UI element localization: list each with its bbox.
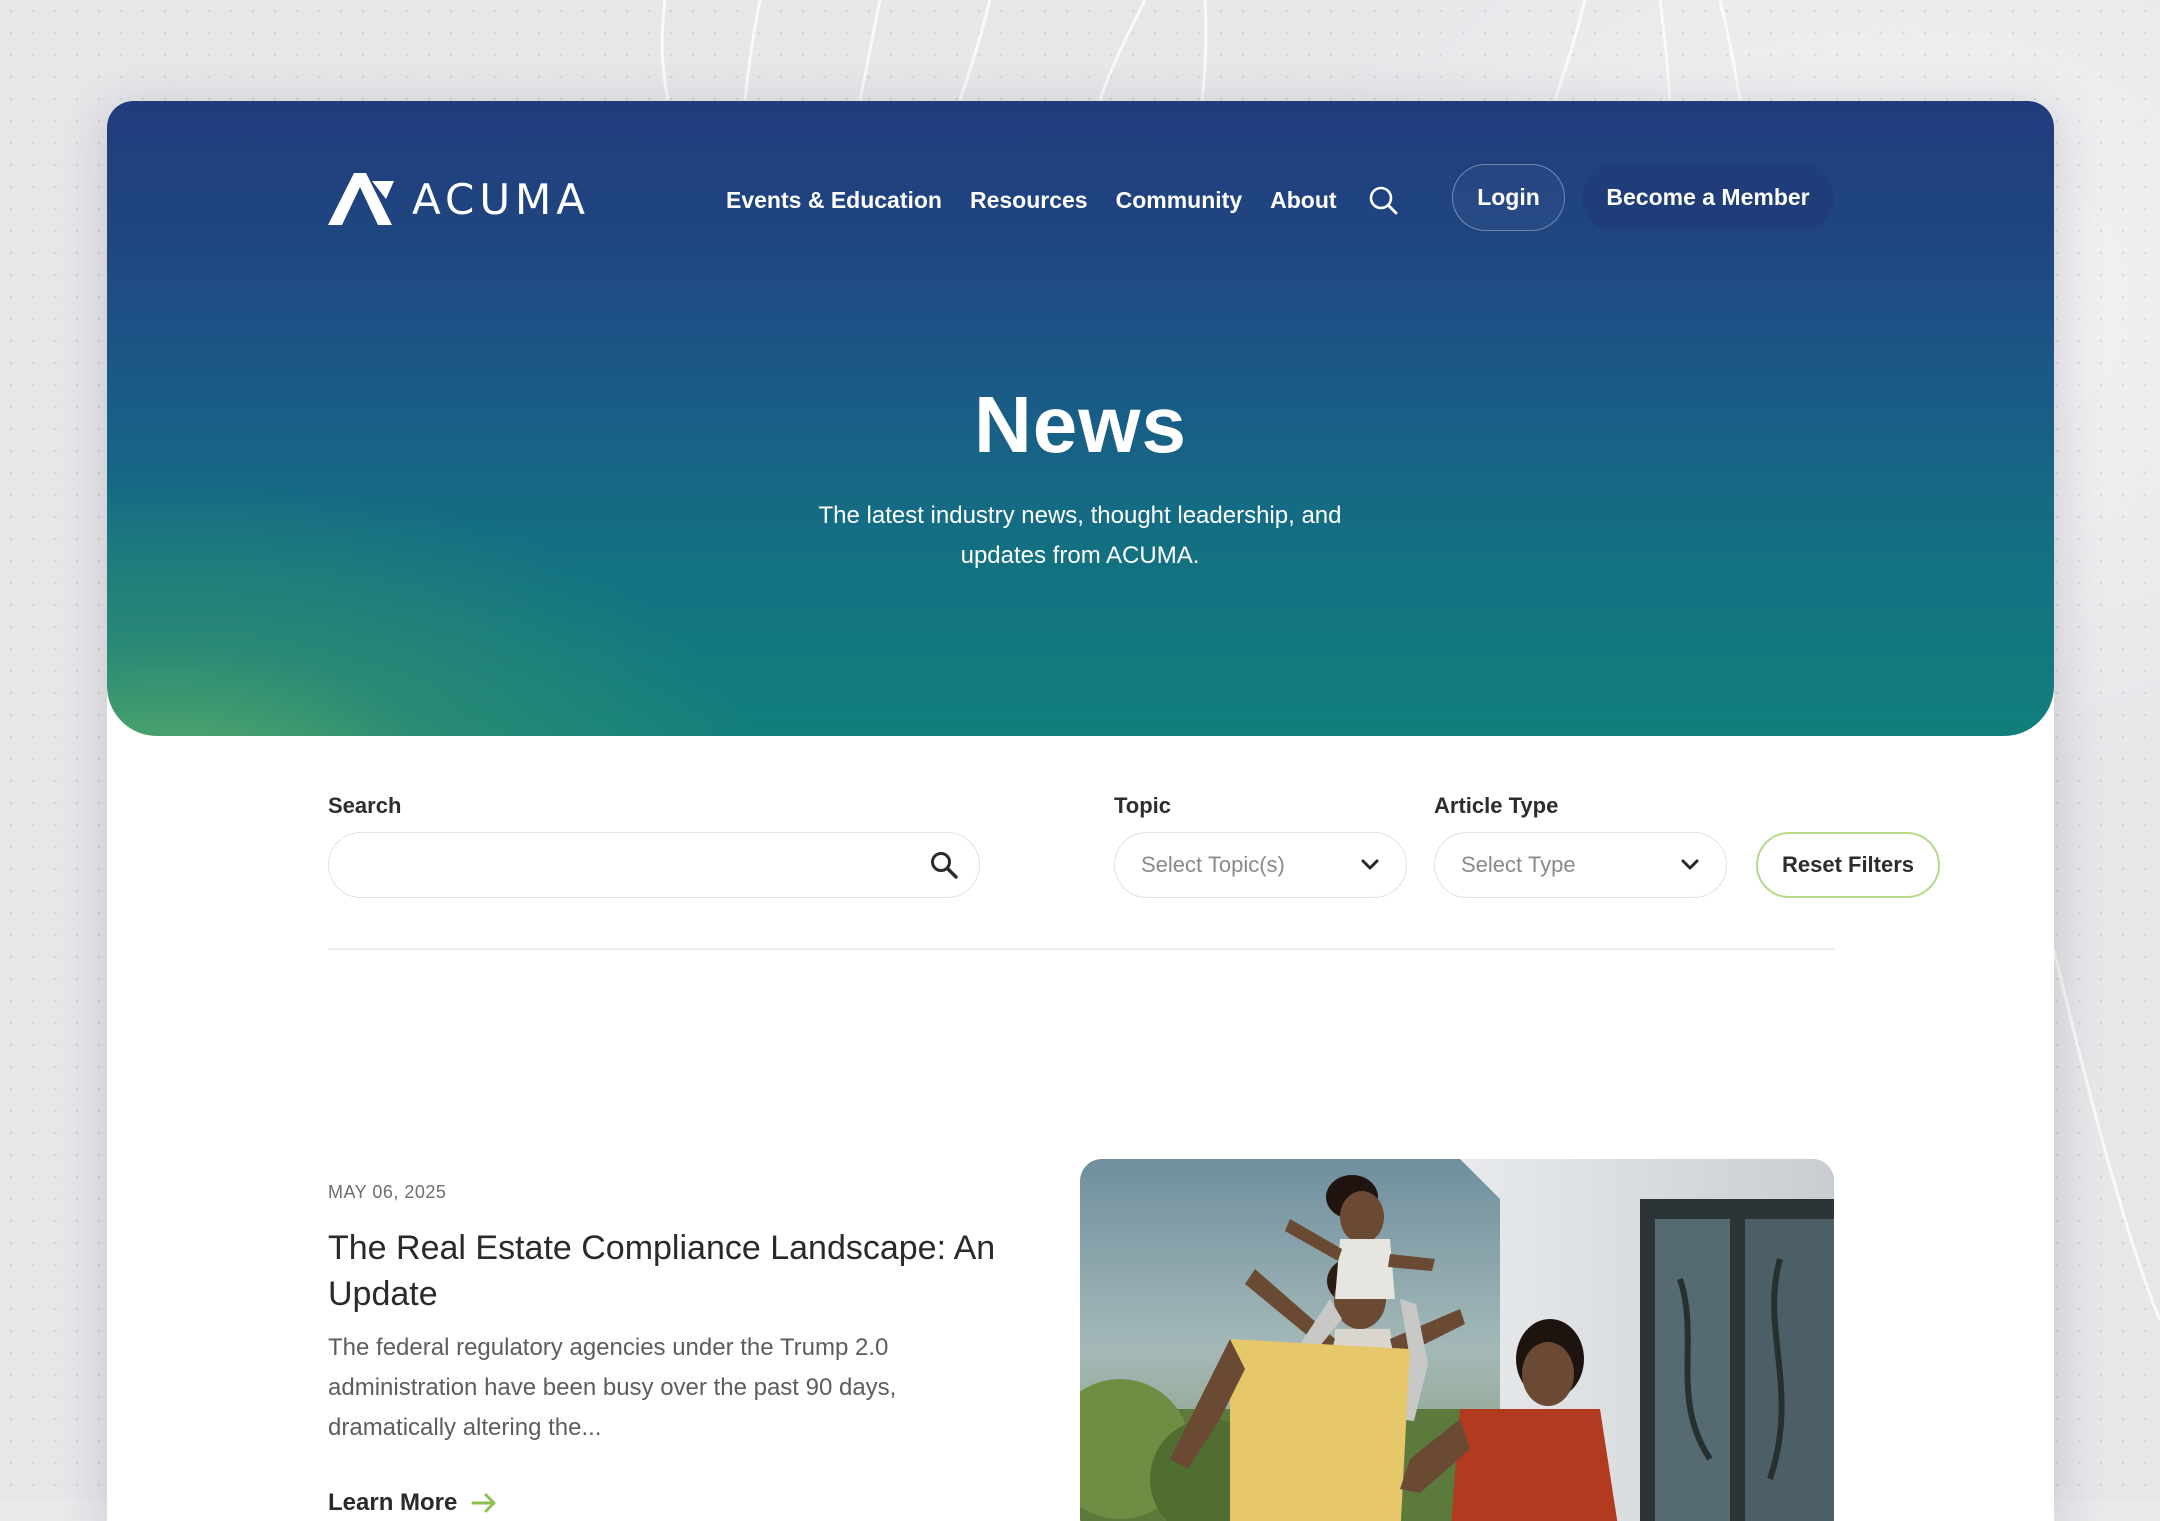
nav-item-about[interactable]: About — [1270, 187, 1336, 214]
acuma-logo-icon — [328, 173, 394, 225]
article-type-select[interactable]: Select Type — [1434, 832, 1727, 898]
become-member-button[interactable]: Become a Member — [1582, 164, 1834, 231]
hero-banner: ACUMA Events & Education Resources Commu… — [107, 101, 2054, 736]
arrow-right-icon — [471, 1493, 496, 1513]
search-icon[interactable] — [929, 850, 959, 880]
page-subtitle: The latest industry news, thought leader… — [818, 502, 1342, 569]
learn-more-label: Learn More — [328, 1489, 458, 1516]
article-type-placeholder: Select Type — [1461, 852, 1576, 877]
search-input[interactable] — [349, 852, 929, 878]
login-button[interactable]: Login — [1452, 164, 1565, 231]
learn-more-link[interactable]: Learn More — [328, 1489, 497, 1517]
brand-name: ACUMA — [412, 174, 591, 224]
nav-item-events-education[interactable]: Events & Education — [726, 187, 942, 214]
topic-select[interactable]: Select Topic(s) — [1114, 832, 1407, 898]
article-type-label: Article Type — [1434, 793, 1559, 818]
chevron-down-icon — [1681, 859, 1699, 870]
topic-select-placeholder: Select Topic(s) — [1141, 852, 1285, 877]
nav-item-resources[interactable]: Resources — [970, 187, 1088, 214]
topic-label: Topic — [1114, 793, 1172, 818]
page-card: ACUMA Events & Education Resources Commu… — [107, 101, 2054, 1521]
filter-bar: Search Topic Select Topic(s) Article Typ… — [328, 793, 1940, 923]
main-nav: Events & Education Resources Community A… — [726, 179, 1399, 221]
article-photo-illustration — [1080, 1159, 1834, 1521]
reset-filters-button[interactable]: Reset Filters — [1756, 832, 1940, 898]
article-date: MAY 06, 2025 — [328, 1182, 447, 1202]
page-title: News — [974, 380, 1187, 469]
brand-logo[interactable]: ACUMA — [328, 173, 590, 225]
nav-item-community[interactable]: Community — [1116, 187, 1243, 214]
filter-divider — [328, 948, 1834, 950]
search-label: Search — [328, 793, 402, 818]
article-excerpt: The federal regulatory agencies under th… — [328, 1334, 897, 1441]
chevron-down-icon — [1361, 859, 1379, 870]
family-outdoors-photo[interactable] — [1080, 1159, 1834, 1521]
article-title[interactable]: The Real Estate Compliance Landscape: An… — [328, 1225, 1028, 1317]
search-box — [328, 832, 980, 898]
search-icon[interactable] — [1367, 184, 1399, 216]
article-card: MAY 06, 2025 The Real Estate Compliance … — [328, 1156, 1834, 1521]
